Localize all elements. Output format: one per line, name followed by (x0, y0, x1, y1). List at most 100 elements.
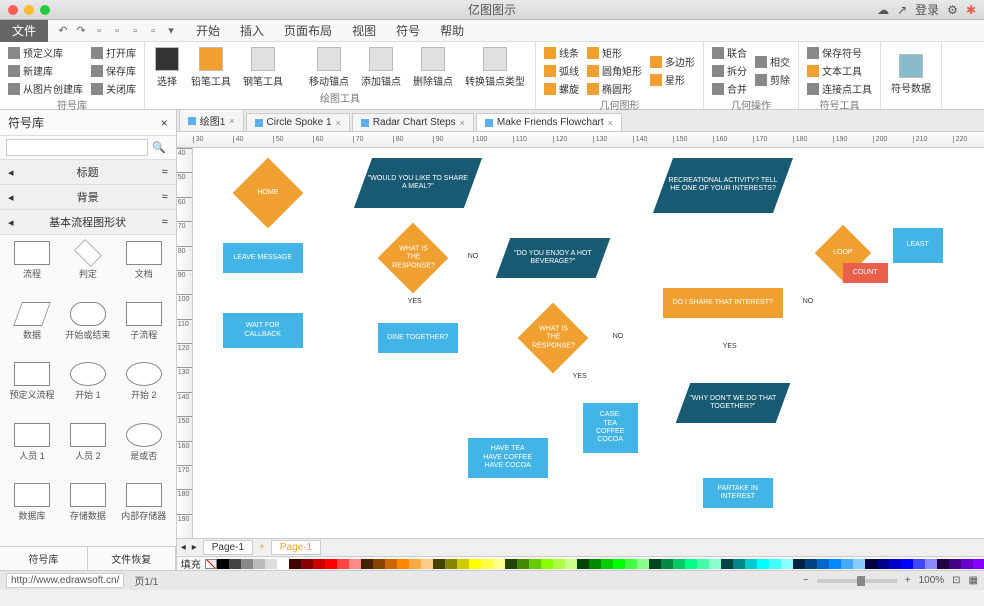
color-swatch[interactable] (541, 559, 553, 569)
node-why-dont[interactable]: "WHY DON'T WE DO THAT TOGETHER?" (675, 383, 790, 423)
maximize-window[interactable] (40, 5, 50, 15)
color-swatch[interactable] (613, 559, 625, 569)
close-lib[interactable]: 关闭库 (89, 80, 138, 97)
arc-shape[interactable]: 弧线 (542, 62, 581, 79)
color-swatch[interactable] (733, 559, 745, 569)
color-swatch[interactable] (793, 559, 805, 569)
shape-person2[interactable]: 人员 2 (62, 423, 114, 480)
page-tab-active[interactable]: Page-1 (271, 540, 321, 555)
color-swatch[interactable] (337, 559, 349, 569)
color-swatch[interactable] (625, 559, 637, 569)
rect-shape[interactable]: 矩形 (585, 44, 644, 61)
color-swatch[interactable] (493, 559, 505, 569)
color-swatch[interactable] (697, 559, 709, 569)
doctab-1[interactable]: 绘图1× (179, 109, 244, 131)
shape-yesno[interactable]: 是或否 (118, 423, 170, 480)
menu-view[interactable]: 视图 (342, 19, 386, 42)
tab-library[interactable]: 符号库 (0, 547, 88, 570)
zoom-out[interactable]: − (803, 575, 809, 586)
gear-icon[interactable]: ⚙ (947, 3, 958, 17)
zoom-slider[interactable] (817, 579, 897, 583)
color-swatch[interactable] (301, 559, 313, 569)
export-icon[interactable]: ▾ (164, 24, 178, 38)
shape-document[interactable]: 文档 (118, 241, 170, 298)
color-swatch[interactable] (973, 559, 984, 569)
new-lib[interactable]: 新建库 (6, 62, 85, 79)
color-swatch[interactable] (745, 559, 757, 569)
color-swatch[interactable] (781, 559, 793, 569)
line-shape[interactable]: 线条 (542, 44, 581, 61)
color-swatch[interactable] (361, 559, 373, 569)
connector-tool[interactable]: 连接点工具 (805, 80, 874, 97)
roundrect-shape[interactable]: 圆角矩形 (585, 62, 644, 79)
node-partake[interactable]: PARTAKE IN INTEREST (703, 478, 773, 508)
shape-predef[interactable]: 预定义流程 (6, 362, 58, 419)
next-page[interactable]: ▸ (192, 542, 197, 553)
shape-start1[interactable]: 开始 1 (62, 362, 114, 419)
save-icon[interactable]: ▫ (128, 24, 142, 38)
color-swatch[interactable] (313, 559, 325, 569)
tab-recovery[interactable]: 文件恢复 (88, 547, 176, 570)
color-swatch[interactable] (637, 559, 649, 569)
color-swatch[interactable] (349, 559, 361, 569)
node-wait[interactable]: WAIT FOR CALLBACK (223, 313, 303, 348)
color-swatch[interactable] (853, 559, 865, 569)
shape-storedata[interactable]: 存储数据 (62, 483, 114, 540)
help-icon[interactable]: ✱ (966, 3, 976, 17)
no-fill-icon[interactable] (205, 559, 217, 569)
color-swatch[interactable] (601, 559, 613, 569)
search-icon[interactable]: 🔍 (148, 139, 170, 156)
color-swatch[interactable] (373, 559, 385, 569)
color-swatch[interactable] (769, 559, 781, 569)
color-swatch[interactable] (577, 559, 589, 569)
star-shape[interactable]: 星形 (648, 71, 697, 88)
color-swatch[interactable] (649, 559, 661, 569)
node-have-tea[interactable]: HAVE TEA HAVE COFFEE HAVE COCOA (468, 438, 548, 478)
color-swatch[interactable] (277, 559, 289, 569)
close-icon[interactable]: × (608, 118, 613, 128)
color-swatch[interactable] (913, 559, 925, 569)
color-swatch[interactable] (949, 559, 961, 569)
color-swatch[interactable] (865, 559, 877, 569)
shape-start2[interactable]: 开始 2 (118, 362, 170, 419)
menu-start[interactable]: 开始 (186, 19, 230, 42)
node-home[interactable]: HOME (232, 158, 303, 229)
color-swatch[interactable] (817, 559, 829, 569)
doctab-2[interactable]: Circle Spoke 1× (246, 113, 350, 131)
color-swatch[interactable] (517, 559, 529, 569)
shape-process[interactable]: 流程 (6, 241, 58, 298)
login-link[interactable]: 登录 (915, 1, 939, 18)
close-icon[interactable]: × (229, 116, 234, 126)
undo-icon[interactable]: ↶ (56, 24, 70, 38)
fit-page-icon[interactable]: ▦ (969, 575, 978, 586)
color-swatch[interactable] (589, 559, 601, 569)
menu-help[interactable]: 帮助 (430, 19, 474, 42)
shape-terminator[interactable]: 开始或结束 (62, 302, 114, 359)
color-swatch[interactable] (241, 559, 253, 569)
color-swatch[interactable] (457, 559, 469, 569)
color-swatch[interactable] (229, 559, 241, 569)
move-anchor[interactable]: 移动锚点 (305, 45, 353, 90)
color-swatch[interactable] (841, 559, 853, 569)
color-swatch[interactable] (325, 559, 337, 569)
library-search-input[interactable] (6, 139, 148, 156)
subtract-op[interactable]: 剪除 (753, 71, 792, 88)
ellipse-shape[interactable]: 椭圆形 (585, 80, 644, 97)
color-swatch[interactable] (877, 559, 889, 569)
color-swatch[interactable] (889, 559, 901, 569)
print-icon[interactable]: ▫ (146, 24, 160, 38)
shape-database[interactable]: 数据库 (6, 483, 58, 540)
doctab-3[interactable]: Radar Chart Steps× (352, 113, 474, 131)
polygon-shape[interactable]: 多边形 (648, 53, 697, 70)
color-swatch[interactable] (265, 559, 277, 569)
save-symbol[interactable]: 保存符号 (805, 44, 874, 61)
node-leave-msg[interactable]: LEAVE MESSAGE (223, 243, 303, 273)
predef-lib[interactable]: 预定义库 (6, 44, 85, 61)
color-swatch[interactable] (925, 559, 937, 569)
minimize-window[interactable] (24, 5, 34, 15)
canvas[interactable]: HOME "WOULD YOU LIKE TO SHARE A MEAL?" R… (193, 148, 984, 538)
menu-file[interactable]: 文件 (0, 19, 48, 42)
from-image-lib[interactable]: 从图片创建库 (6, 80, 85, 97)
menu-symbol[interactable]: 符号 (386, 19, 430, 42)
node-count[interactable]: COUNT (843, 263, 888, 283)
